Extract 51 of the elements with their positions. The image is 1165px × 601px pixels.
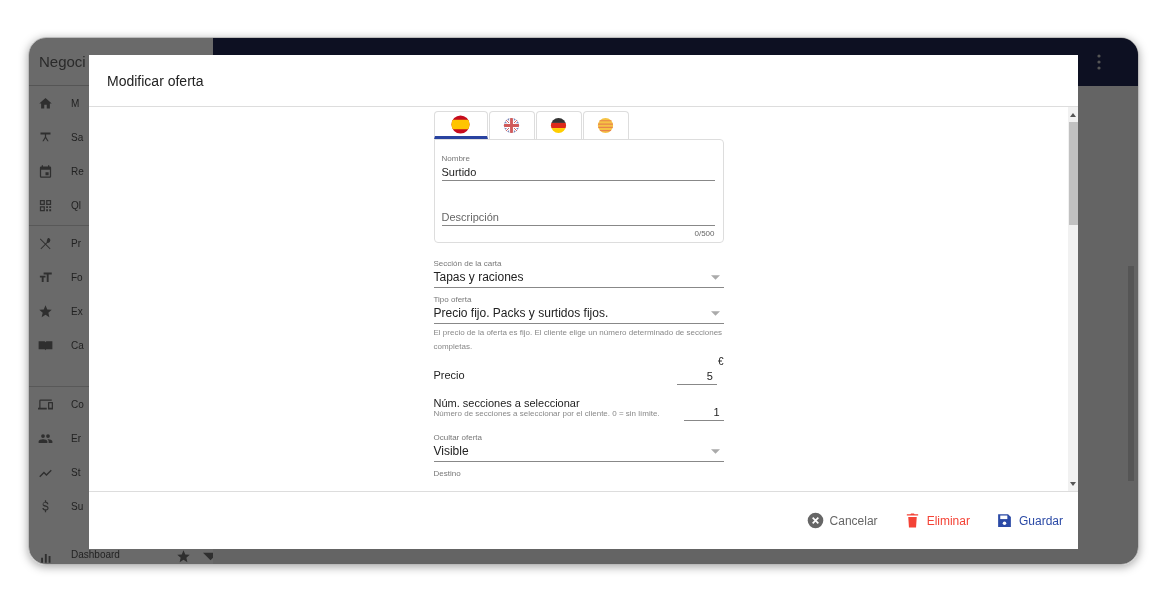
dropdown-field[interactable]: Tapas y raciones [433, 268, 724, 288]
cancel-icon [806, 512, 824, 529]
language-tab[interactable] [433, 111, 488, 139]
dropdown-field[interactable]: Visible [433, 442, 724, 462]
sidebar-item[interactable]: Sa [29, 120, 213, 154]
language-tab[interactable] [535, 111, 582, 139]
sidebar-item[interactable]: Ex [29, 294, 213, 328]
qr-code-icon [38, 197, 53, 213]
field-label: Ocultar oferta [433, 433, 483, 442]
dropdown-field[interactable]: Precio fijo. Packs y surtidos fijos. [433, 304, 724, 324]
dropdown-arrow-icon [710, 448, 720, 454]
sidebar-item[interactable]: Er [29, 421, 213, 455]
sidebar-item[interactable]: St [29, 455, 213, 489]
help-text: Número de secciones a seleccionar por el cliente. 0 = sin límite. [433, 409, 660, 420]
flag-icon [596, 116, 615, 135]
dropdown-arrow-icon [710, 274, 720, 280]
delete-button[interactable]: Eliminar [903, 508, 970, 533]
sidebar-item[interactable]: M [29, 86, 213, 120]
dialog-title: Modificar oferta [107, 72, 204, 89]
sidebar-item[interactable]: Su [29, 489, 213, 523]
scrollbar-thumb[interactable] [1068, 122, 1078, 225]
sidebar-item[interactable]: Ca [29, 328, 213, 362]
scroll-down-icon[interactable] [1070, 482, 1076, 486]
sidebar-item[interactable]: Re [29, 154, 213, 188]
field-label: Tipo oferta [433, 295, 473, 304]
sidebar-item[interactable]: Ql [29, 188, 213, 222]
dropdown-arrow-icon [710, 310, 720, 316]
currency-symbol: € [717, 356, 724, 367]
sidebar-item[interactable]: Fo [29, 260, 213, 294]
app-title: Negoci [39, 53, 86, 70]
field-label: Núm. secciones a seleccionar [433, 397, 581, 409]
star-icon [175, 549, 191, 564]
more-icon[interactable] [1096, 54, 1102, 70]
flag-icon [549, 116, 568, 135]
scroll-up-icon[interactable] [1070, 113, 1076, 117]
cutlery-icon [38, 235, 53, 251]
sidebar-item[interactable]: Dashboard [29, 549, 213, 564]
field-label: Destino [433, 469, 462, 478]
field-label: Nombre [441, 154, 471, 163]
calendar-icon [38, 163, 53, 179]
field-label: Precio [433, 369, 465, 383]
flag-icon [451, 114, 470, 134]
field-label: Sección de la carta [433, 259, 503, 268]
save-button[interactable]: Guardar [995, 508, 1063, 533]
flag-icon [502, 116, 521, 135]
home-icon [38, 95, 53, 111]
character-counter: 0/500 [694, 229, 715, 238]
star-icon [38, 303, 53, 319]
help-text: El precio de la oferta es fijo. El cliente elige un número determinado de secciones completas. [433, 327, 724, 353]
scrollbar[interactable] [1068, 107, 1078, 491]
cancel-button[interactable]: Cancelar [806, 508, 878, 533]
